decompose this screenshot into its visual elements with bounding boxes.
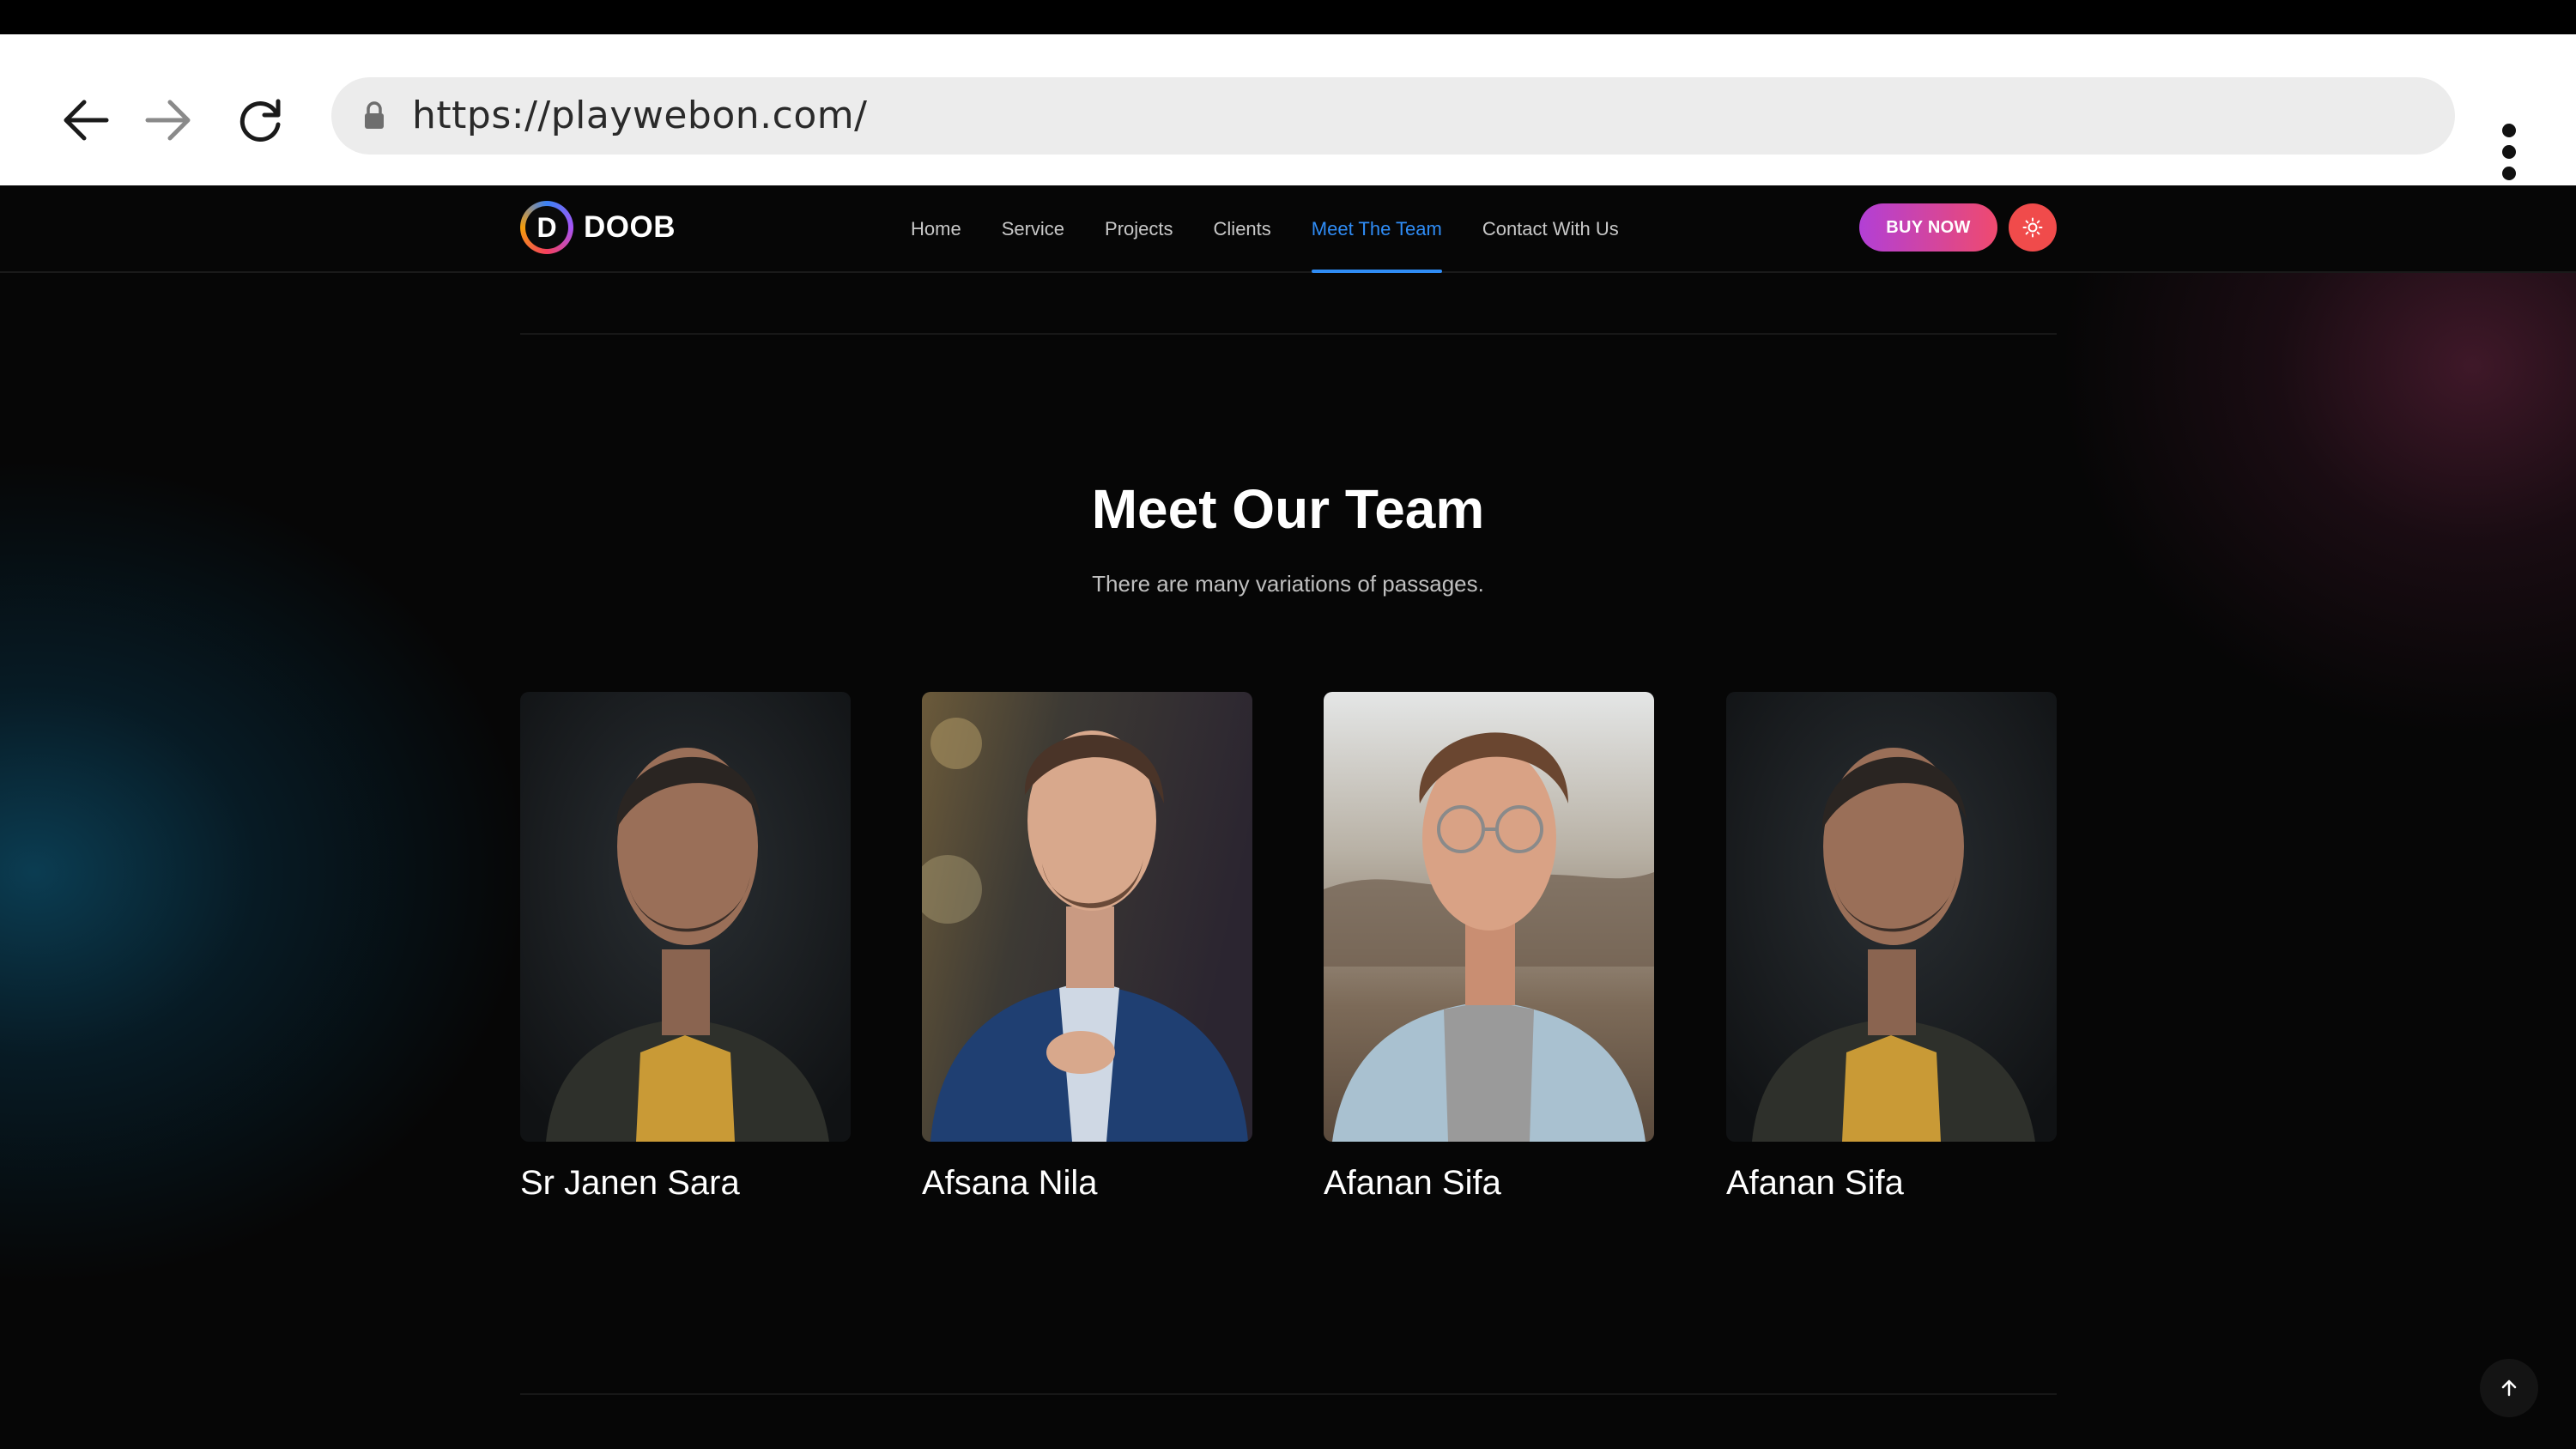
section-subtitle: There are many variations of passages. (1092, 571, 1484, 597)
team-card[interactable]: Afanan Sifa (1726, 692, 2057, 1202)
nav-home[interactable]: Home (911, 185, 961, 273)
team-card[interactable]: Afanan Sifa (1324, 692, 1654, 1202)
section-title: Meet Our Team (1091, 478, 1485, 540)
status-strip (0, 0, 2576, 34)
team-member-photo (922, 692, 1252, 1142)
theme-toggle-button[interactable] (2009, 203, 2057, 252)
reload-icon (239, 99, 281, 142)
team-member-name: Sr Janen Sara (520, 1164, 740, 1202)
arrow-right-icon (145, 100, 191, 141)
arrow-left-icon (64, 100, 109, 141)
reload-button[interactable] (228, 88, 294, 153)
browser-toolbar: https://playwebon.com/ (0, 34, 2576, 185)
back-button[interactable] (53, 88, 118, 153)
site-logo[interactable]: D DOOB (520, 200, 676, 255)
browser-menu-button[interactable] (2489, 117, 2529, 185)
address-bar[interactable]: https://playwebon.com/ (331, 77, 2455, 155)
sun-icon (2022, 217, 2043, 238)
more-vertical-icon (2502, 124, 2516, 137)
page-viewport: D DOOB Home Service Projects Clients Mee… (0, 185, 2576, 1449)
team-member-name: Afanan Sifa (1324, 1164, 1501, 1202)
team-member-photo (1324, 692, 1654, 1142)
buy-now-button[interactable]: BUY NOW (1859, 203, 1997, 252)
team-card[interactable]: Sr Janen Sara (520, 692, 851, 1202)
nav-projects[interactable]: Projects (1105, 185, 1173, 273)
section-divider-top (520, 333, 2057, 335)
team-member-name: Afanan Sifa (1726, 1164, 1904, 1202)
lock-icon (365, 101, 384, 129)
nav-service[interactable]: Service (1002, 185, 1064, 273)
logo-text: DOOB (584, 210, 676, 244)
nav-meet-the-team[interactable]: Meet The Team (1311, 185, 1442, 273)
team-member-name: Afsana Nila (922, 1164, 1098, 1202)
logo-letter: D (525, 206, 568, 249)
scroll-to-top-button[interactable] (2480, 1359, 2538, 1417)
nav-clients[interactable]: Clients (1214, 185, 1271, 273)
url-text: https://playwebon.com/ (412, 94, 868, 137)
forward-button[interactable] (136, 88, 201, 153)
logo-mark: D (520, 201, 573, 254)
site-header: D DOOB Home Service Projects Clients Mee… (0, 185, 2576, 273)
arrow-up-icon (2501, 1379, 2517, 1397)
team-member-photo (1726, 692, 2057, 1142)
nav-contact[interactable]: Contact With Us (1482, 185, 1619, 273)
team-card[interactable]: Afsana Nila (922, 692, 1252, 1202)
team-member-photo (520, 692, 851, 1142)
main-nav: Home Service Projects Clients Meet The T… (911, 185, 1659, 273)
section-divider-bottom (520, 1393, 2057, 1395)
